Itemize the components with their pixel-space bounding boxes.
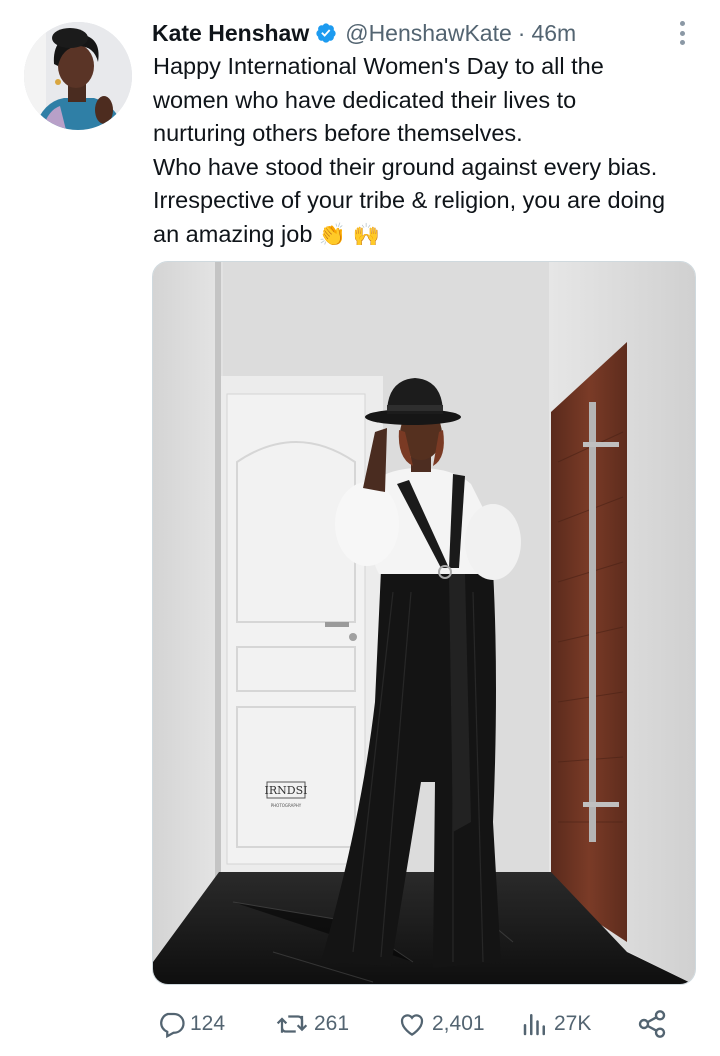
views-icon xyxy=(520,1009,550,1039)
retweet-button[interactable]: 261 xyxy=(274,1009,349,1039)
views-button[interactable]: 27K xyxy=(520,1009,591,1039)
like-button[interactable]: 2,401 xyxy=(396,1009,485,1039)
author-handle[interactable]: @HenshawKate xyxy=(345,20,512,47)
reply-button[interactable]: 124 xyxy=(156,1009,225,1039)
watermark: IRNDSI xyxy=(265,784,308,797)
text-line: women who have dedicated their lives to xyxy=(153,86,577,113)
text-line: Irrespective of your tribe & religion, y… xyxy=(153,187,666,213)
watermark-sub: PHOTOGRAPHY xyxy=(271,803,302,808)
share-icon xyxy=(636,1008,668,1040)
verified-badge-icon xyxy=(315,22,337,44)
raising-hands-emoji: 🙌 xyxy=(352,222,381,248)
text-line: Happy International Women's Day to all t… xyxy=(153,53,604,79)
avatar-image xyxy=(24,22,132,130)
reply-count: 124 xyxy=(190,1012,226,1035)
action-bar: 124 261 2,401 27K xyxy=(152,1002,672,1046)
like-count: 2,401 xyxy=(432,1012,485,1035)
text-line-last: an amazing job 👏 🙌 xyxy=(153,218,708,253)
retweet-count: 261 xyxy=(314,1012,350,1035)
tweet[interactable]: Kate Henshaw @HenshawKate · 46m Happy In… xyxy=(0,0,720,1056)
text-line: Who have stood their ground against ever… xyxy=(153,153,658,180)
text-line: an amazing job xyxy=(153,220,313,247)
views-count: 27K xyxy=(554,1012,592,1035)
timestamp[interactable]: 46m xyxy=(531,20,576,47)
reply-icon xyxy=(156,1009,186,1039)
tweet-text: Happy International Women's Day to all t… xyxy=(153,50,708,252)
more-icon[interactable] xyxy=(670,18,694,48)
separator: · xyxy=(517,19,526,46)
avatar[interactable] xyxy=(24,22,132,130)
author-name[interactable]: Kate Henshaw xyxy=(152,20,309,47)
tweet-header: Kate Henshaw @HenshawKate · 46m xyxy=(152,16,680,50)
like-icon xyxy=(396,1009,428,1039)
share-button[interactable] xyxy=(636,1008,668,1040)
photo-image: IRNDSI PHOTOGRAPHY xyxy=(153,262,695,984)
retweet-icon xyxy=(274,1009,310,1039)
tweet-photo[interactable]: IRNDSI PHOTOGRAPHY xyxy=(152,261,696,985)
clapping-hands-emoji: 👏 xyxy=(318,222,347,248)
text-line: nurturing others before themselves. xyxy=(153,120,523,146)
